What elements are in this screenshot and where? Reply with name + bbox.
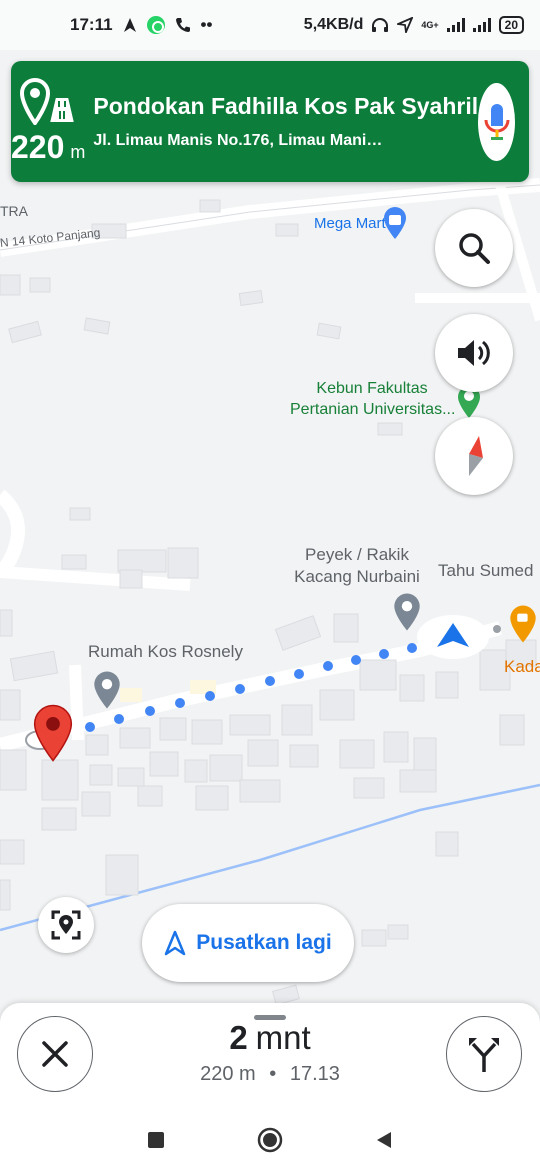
back-icon[interactable]	[375, 1130, 393, 1150]
network-type: 4G+	[421, 19, 439, 30]
map-label-kebun[interactable]: Kebun Fakultas Pertanian Universitas...	[290, 378, 455, 420]
duration-value: 2	[229, 1019, 248, 1056]
map-label-kada[interactable]: Kada	[504, 656, 540, 678]
status-time: 17:11	[70, 15, 113, 34]
trip-summary-sheet[interactable]: 2 mnt 220 m • 17.13	[0, 1003, 540, 1110]
destination-pin-icon	[20, 78, 77, 125]
location-arrow-icon	[397, 17, 414, 33]
duration-unit: mnt	[255, 1019, 311, 1056]
current-location-arrow-icon	[417, 615, 489, 659]
search-button[interactable]	[435, 209, 513, 287]
whatsapp-icon	[146, 16, 165, 34]
arrival-time: 17.13	[289, 1063, 340, 1085]
close-icon	[42, 1041, 68, 1067]
battery-icon: 20	[498, 16, 524, 34]
map-label-mega-mart[interactable]: Mega Mart	[314, 213, 386, 235]
compass-icon	[469, 436, 483, 476]
signal-icon	[472, 18, 491, 32]
volume-icon	[458, 340, 490, 366]
map-label-tahu[interactable]: Tahu Sumed	[438, 560, 533, 582]
system-navigation-bar	[0, 1110, 540, 1170]
coffee-icon[interactable]	[508, 604, 538, 644]
separator-dot: •	[269, 1063, 277, 1085]
more-notifications-icon: ••	[200, 15, 213, 34]
compass-button[interactable]	[435, 417, 513, 495]
location-focus-icon	[51, 910, 81, 940]
map-label-tra: TRA	[0, 203, 28, 219]
signal-icon	[446, 18, 465, 32]
map-label-rumah-kos[interactable]: Rumah Kos Rosnely	[88, 641, 243, 663]
destination-title: Pondokan Fadhilla Kos Pak Syahril	[93, 93, 479, 119]
search-icon	[459, 233, 490, 264]
destination-address: Jl. Limau Manis No.176, Limau Manis, Kec…	[93, 132, 385, 149]
distance-value: 220	[11, 129, 65, 165]
network-speed: 5,4KB/d	[303, 16, 364, 33]
alternate-routes-button[interactable]	[446, 1016, 522, 1092]
trip-eta: 2 mnt 220 m • 17.13	[120, 1019, 420, 1086]
headphones-icon	[372, 18, 389, 32]
shopping-bag-icon[interactable]	[382, 206, 408, 240]
route-alternatives-icon	[469, 1038, 499, 1072]
destination-marker-icon[interactable]	[33, 704, 73, 762]
destination-distance: 220 m	[11, 77, 85, 166]
location-sharing-button[interactable]	[38, 897, 94, 953]
map-label-peyek[interactable]: Peyek / Rakik Kacang Nurbaini	[286, 544, 428, 588]
home-icon[interactable]	[257, 1127, 283, 1153]
recenter-label: Pusatkan lagi	[196, 931, 332, 954]
recents-icon[interactable]	[147, 1131, 165, 1149]
mic-icon	[484, 103, 510, 140]
navigation-banner[interactable]: 220 m Pondokan Fadhilla Kos Pak Syahril J…	[11, 61, 529, 182]
recenter-button[interactable]: Pusatkan lagi	[142, 904, 354, 982]
navigation-arrow-icon	[123, 18, 136, 32]
voice-search-button[interactable]	[478, 82, 515, 161]
trip-distance: 220 m	[200, 1063, 256, 1085]
navigation-arrow-icon	[165, 930, 186, 956]
distance-unit: m	[70, 142, 86, 162]
exit-navigation-button[interactable]	[17, 1016, 93, 1092]
destination-info: Pondokan Fadhilla Kos Pak Syahril Jl. Li…	[85, 93, 478, 150]
sound-button[interactable]	[435, 314, 513, 392]
place-pin-icon[interactable]	[92, 670, 122, 710]
phone-icon	[175, 18, 190, 32]
status-bar: 17:11 •• 5,4KB/d 4G+ 20	[0, 0, 540, 50]
